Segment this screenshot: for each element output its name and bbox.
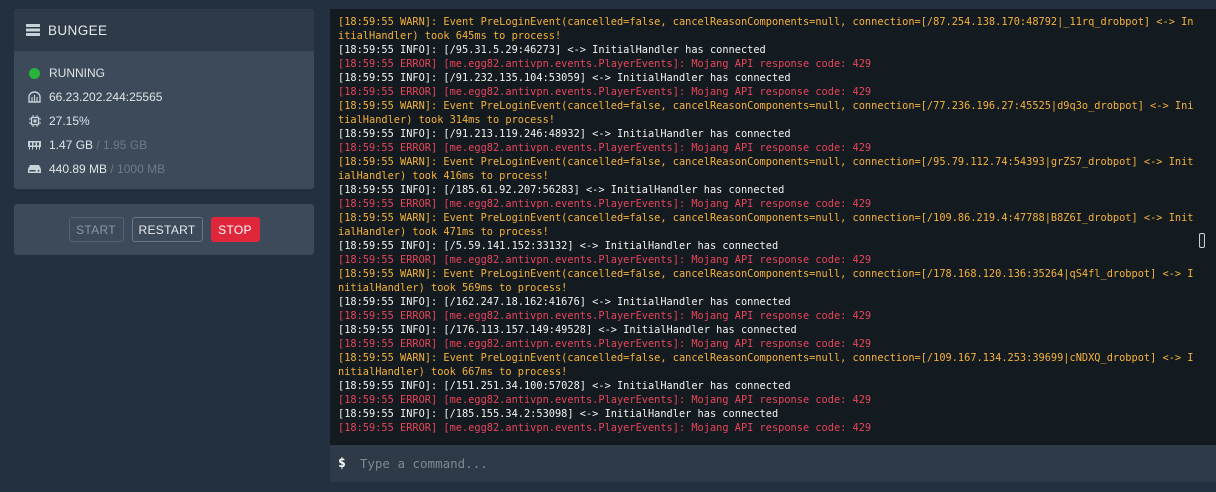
log-line-warn: [18:59:55 WARN]: Event PreLoginEvent(can… xyxy=(338,212,1194,238)
log-line-info: [18:59:55 INFO]: [/176.113.157.149:49528… xyxy=(338,324,797,336)
log-line-warn: [18:59:55 WARN]: Event PreLoginEvent(can… xyxy=(338,352,1194,378)
command-bar: $ xyxy=(330,445,1216,482)
log-line-error: [18:59:55 ERROR] [me.egg82.antivpn.event… xyxy=(338,58,872,70)
server-name: BUNGEE xyxy=(48,22,108,38)
log-line-error: [18:59:55 ERROR] [me.egg82.antivpn.event… xyxy=(338,86,872,98)
log-line-error: [18:59:55 ERROR] [me.egg82.antivpn.event… xyxy=(338,338,872,350)
log-line-error: [18:59:55 ERROR] [me.egg82.antivpn.event… xyxy=(338,198,872,210)
memory-row: 1.47 GB / 1.95 GB xyxy=(14,133,314,157)
log-line-info: [18:59:55 INFO]: [/185.61.92.207:56283] … xyxy=(338,184,785,196)
power-controls-panel: START RESTART STOP xyxy=(14,204,314,255)
cpu-usage: 27.15% xyxy=(49,114,90,128)
log-line-info: [18:59:55 INFO]: [/5.59.141.152:33132] <… xyxy=(338,240,779,252)
cpu-row: 27.15% xyxy=(14,109,314,133)
log-line-error: [18:59:55 ERROR] [me.egg82.antivpn.event… xyxy=(338,422,872,434)
network-icon xyxy=(28,91,41,104)
address-row: 66.23.202.244:25565 xyxy=(14,85,314,109)
server-icon xyxy=(26,24,40,36)
log-line-info: [18:59:55 INFO]: [/151.251.34.100:57028]… xyxy=(338,380,791,392)
log-line-info: [18:59:55 INFO]: [/185.155.34.2:53098] <… xyxy=(338,408,779,420)
command-input[interactable] xyxy=(357,455,1216,472)
status-dot-icon xyxy=(28,67,41,80)
memory-limit: / 1.95 GB xyxy=(96,138,148,152)
log-line-info: [18:59:55 INFO]: [/91.213.119.246:48932]… xyxy=(338,128,791,140)
disk-row: 440.89 MB / 1000 MB xyxy=(14,157,314,181)
log-line-error: [18:59:55 ERROR] [me.egg82.antivpn.event… xyxy=(338,142,872,154)
server-address: 66.23.202.244:25565 xyxy=(49,90,163,104)
console-log: [18:59:55 WARN]: Event PreLoginEvent(can… xyxy=(330,9,1216,435)
disk-limit: / 1000 MB xyxy=(110,162,166,176)
memory-icon xyxy=(28,139,41,152)
log-line-error: [18:59:55 ERROR] [me.egg82.antivpn.event… xyxy=(338,310,872,322)
hdd-icon xyxy=(28,163,41,176)
log-line-error: [18:59:55 ERROR] [me.egg82.antivpn.event… xyxy=(338,394,872,406)
status-row: RUNNING xyxy=(14,61,314,85)
cpu-icon xyxy=(28,115,41,128)
status-text: RUNNING xyxy=(49,66,105,80)
server-info-panel: BUNGEE RUNNING 66.23.202.244:25565 27.15… xyxy=(14,9,314,189)
start-button[interactable]: START xyxy=(68,217,124,242)
log-line-info: [18:59:55 INFO]: [/91.232.135.104:53059]… xyxy=(338,72,791,84)
log-line-warn: [18:59:55 WARN]: Event PreLoginEvent(can… xyxy=(338,16,1194,42)
restart-button[interactable]: RESTART xyxy=(131,217,203,242)
disk-used: 440.89 MB xyxy=(49,162,108,176)
log-line-warn: [18:59:55 WARN]: Event PreLoginEvent(can… xyxy=(338,268,1194,294)
log-line-info: [18:59:55 INFO]: [/162.247.18.162:41676]… xyxy=(338,296,791,308)
log-line-error: [18:59:55 ERROR] [me.egg82.antivpn.event… xyxy=(338,254,872,266)
memory-used: 1.47 GB xyxy=(49,138,94,152)
console-scrollbar[interactable] xyxy=(1199,233,1205,248)
stop-button[interactable]: STOP xyxy=(210,217,260,242)
log-line-warn: [18:59:55 WARN]: Event PreLoginEvent(can… xyxy=(338,100,1194,126)
console-output[interactable]: [18:59:55 WARN]: Event PreLoginEvent(can… xyxy=(330,9,1216,445)
prompt-symbol: $ xyxy=(338,456,346,471)
log-line-info: [18:59:55 INFO]: [/95.31.5.29:46273] <->… xyxy=(338,44,766,56)
log-line-warn: [18:59:55 WARN]: Event PreLoginEvent(can… xyxy=(338,156,1194,182)
server-header: BUNGEE xyxy=(14,9,314,51)
